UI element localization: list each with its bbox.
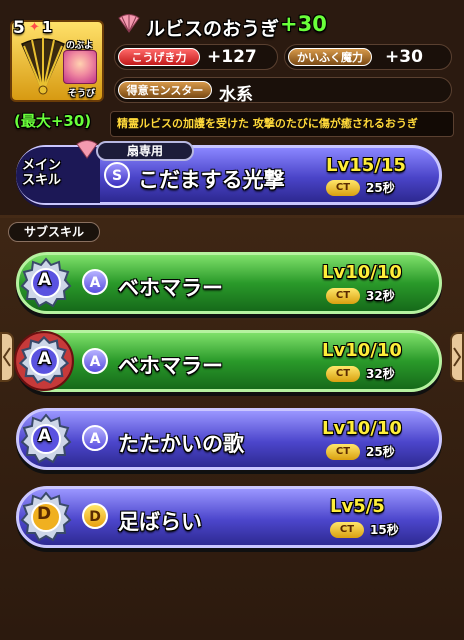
weapon-plus-value: +30 — [280, 12, 327, 36]
sub-skill-name: ベホマラー — [118, 276, 223, 300]
sub-skill-name: たたかいの歌 — [118, 432, 244, 456]
owner-avatar — [63, 50, 97, 84]
heal-label: かいふく魔力 — [288, 48, 372, 66]
slot-rank: A — [38, 349, 52, 369]
slot-rank: D — [37, 504, 52, 524]
heal-value: +30 — [385, 47, 423, 67]
sub-skill-level: Lv10/10 — [322, 340, 402, 361]
main-skill-ct: CT 25秒 — [326, 180, 406, 196]
right-arrow-icon[interactable] — [450, 332, 464, 382]
ct-value: 15秒 — [370, 523, 399, 537]
weapon-description: 精霊ルビスの加護を受けた 攻撃のたびに傷が癒されるおうぎ — [110, 111, 454, 137]
plus-star-icon: ✦ — [29, 20, 40, 35]
attack-value: +127 — [207, 47, 257, 67]
sub-skill-rank: A — [82, 425, 108, 451]
sub-skill-ct: CT 32秒 — [326, 288, 406, 304]
ct-label: CT — [326, 366, 360, 382]
skill-category-tab: 扇専用 — [96, 141, 194, 161]
sub-skill-ct: CT 15秒 — [330, 522, 410, 538]
sub-skill-rank: A — [82, 269, 108, 295]
fan-weapon-icon — [21, 37, 65, 95]
monster-value: 水系 — [219, 85, 253, 105]
main-skill-level: Lv15/15 — [326, 155, 406, 176]
attack-label: こうげき力 — [118, 48, 200, 66]
max-bonus-label: (最大+30) — [14, 112, 92, 130]
attack-stat: こうげき力 +127 — [114, 44, 278, 70]
main-skill-tag-line2: スキル — [22, 173, 62, 188]
slot-rank: A — [38, 270, 52, 290]
heal-stat: かいふく魔力 +30 — [284, 44, 452, 70]
main-skill-rank: S — [104, 162, 130, 188]
monster-label: 得意モンスター — [118, 81, 212, 99]
ct-value: 25秒 — [366, 445, 395, 459]
sub-skill-level: Lv5/5 — [330, 496, 385, 517]
fan-icon — [118, 14, 140, 33]
sub-skill-level: Lv10/10 — [322, 418, 402, 439]
sub-skill-name: 足ばらい — [118, 510, 202, 534]
sub-skill-rank: D — [82, 503, 108, 529]
ct-value: 32秒 — [366, 367, 395, 381]
weapon-level: 5 — [13, 18, 25, 38]
sub-skill-level: Lv10/10 — [322, 262, 402, 283]
sub-skill-name: ベホマラー — [118, 354, 223, 378]
sub-skill-header: サブスキル — [8, 222, 100, 242]
ct-value: 25秒 — [366, 181, 395, 195]
main-skill-name: こだまする光撃 — [138, 168, 285, 192]
main-skill-tag: メイン スキル — [22, 158, 61, 188]
ct-label: CT — [326, 180, 360, 196]
sub-skill-ct: CT 25秒 — [326, 444, 406, 460]
sub-skill-ct: CT 32秒 — [326, 366, 406, 382]
ct-label: CT — [326, 288, 360, 304]
sub-skill-rank: A — [82, 348, 108, 374]
fan-icon — [76, 140, 98, 159]
monster-stat: 得意モンスター 水系 — [114, 77, 452, 105]
equipped-label: そうび — [68, 89, 96, 99]
weapon-plus-count: 1 — [42, 18, 53, 36]
ct-label: CT — [326, 444, 360, 460]
weapon-name: ルビスのおうぎ — [146, 18, 280, 40]
slot-rank: A — [38, 426, 52, 446]
left-arrow-icon[interactable] — [0, 332, 14, 382]
ct-label: CT — [330, 522, 364, 538]
ct-value: 32秒 — [366, 289, 395, 303]
main-skill-tag-line1: メイン — [22, 158, 62, 173]
